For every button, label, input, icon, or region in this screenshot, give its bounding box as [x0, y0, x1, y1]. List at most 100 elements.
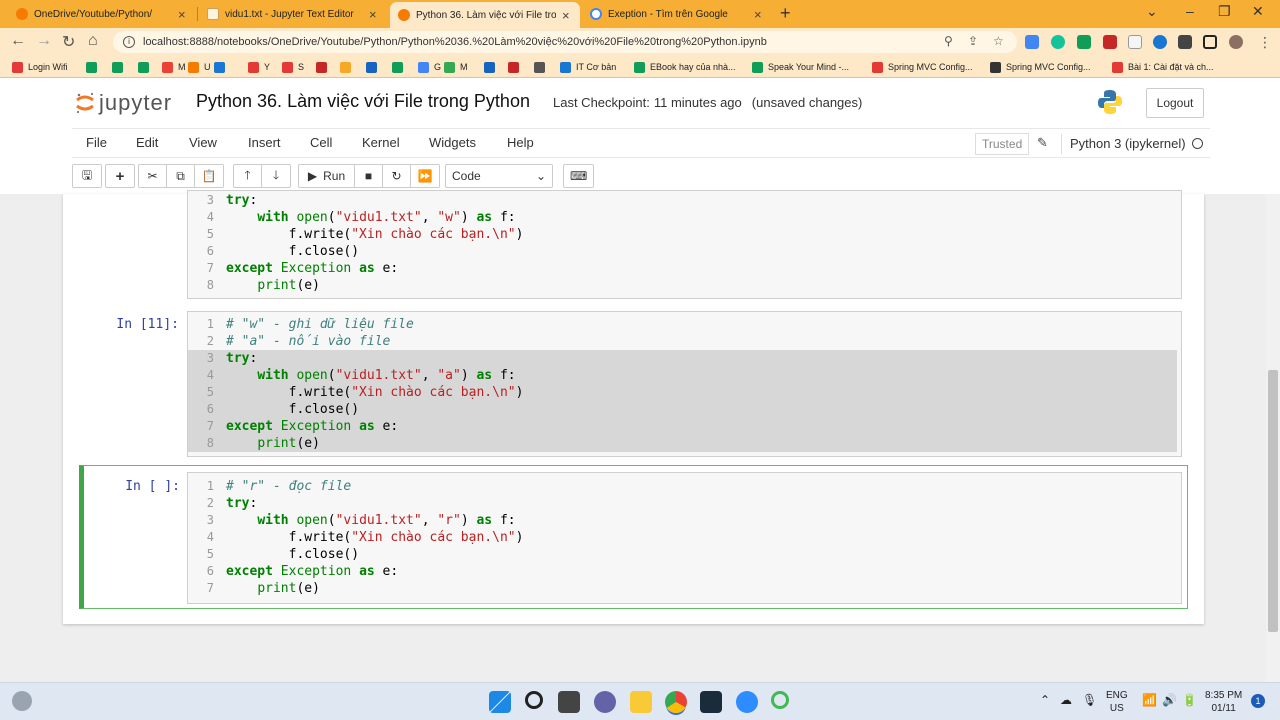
bookmark-item[interactable]: Bài 1: Cài đặt và ch...: [1112, 60, 1214, 74]
menu-insert[interactable]: Insert: [248, 135, 281, 150]
new-tab-icon[interactable]: +: [780, 3, 791, 24]
command-palette-button[interactable]: ⌨: [564, 165, 593, 187]
zoom-icon[interactable]: ⚲: [944, 34, 953, 48]
menu-help[interactable]: Help: [507, 135, 534, 150]
weather-widget-icon[interactable]: [12, 691, 32, 711]
tab-close-icon[interactable]: ×: [178, 7, 188, 22]
bookmark-item[interactable]: Speak Your Mind -...: [752, 60, 849, 74]
menu-edit[interactable]: Edit: [136, 135, 158, 150]
bookmark-item[interactable]: Spring MVC Config...: [990, 60, 1091, 74]
bookmark-item[interactable]: [484, 60, 495, 74]
tab-close-icon[interactable]: ×: [562, 8, 572, 23]
code-editor[interactable]: 3 try: 4 with open("vidu1.txt", "w") as f:…: [187, 190, 1182, 299]
bookmark-item[interactable]: [508, 60, 519, 74]
bookmark-item[interactable]: [366, 60, 377, 74]
copy-button[interactable]: ⧉: [167, 165, 195, 187]
cell-type-select[interactable]: Code ⌄: [445, 164, 553, 188]
move-up-button[interactable]: 🡑: [234, 165, 262, 187]
code-cell-1[interactable]: 3 try: 4 with open("vidu1.txt", "w") as f:…: [79, 190, 1188, 300]
extension-icon[interactable]: [1153, 35, 1167, 49]
task-view-icon[interactable]: [558, 691, 580, 713]
sheets-extension-icon[interactable]: [1077, 35, 1091, 49]
edit-pencil-icon[interactable]: ✎: [1037, 135, 1048, 151]
menu-view[interactable]: View: [189, 135, 217, 150]
browser-tab-onedrive[interactable]: OneDrive/Youtube/Python/ ×: [8, 2, 196, 26]
bookmark-item[interactable]: [86, 60, 97, 74]
kernel-name[interactable]: Python 3 (ipykernel): [1061, 134, 1186, 154]
window-close-icon[interactable]: ✕: [1252, 3, 1264, 20]
interrupt-button[interactable]: ■: [355, 165, 383, 187]
forward-arrow-icon[interactable]: →: [36, 32, 52, 50]
browser-tab-notebook[interactable]: Python 36. Làm việc với File trong ×: [390, 2, 580, 28]
reload-icon[interactable]: ↻: [62, 32, 75, 52]
menu-cell[interactable]: Cell: [310, 135, 332, 150]
bookmark-item[interactable]: Y: [248, 60, 270, 74]
windows-start-icon[interactable]: [489, 691, 511, 713]
docs-extension-icon[interactable]: [1128, 35, 1142, 49]
file-explorer-icon[interactable]: [630, 691, 652, 713]
cut-button[interactable]: ✂: [139, 165, 167, 187]
site-info-icon[interactable]: i: [123, 36, 135, 48]
clock[interactable]: 8:35 PM 01/11: [1205, 689, 1242, 715]
restart-button[interactable]: ↻: [383, 165, 411, 187]
app-icon[interactable]: [771, 691, 789, 709]
address-bar[interactable]: i localhost:8888/notebooks/OneDrive/Yout…: [113, 31, 1017, 53]
bookmark-item[interactable]: M: [444, 60, 468, 74]
home-icon[interactable]: ⌂: [88, 32, 98, 50]
translate-extension-icon[interactable]: [1025, 35, 1039, 49]
restart-run-all-button[interactable]: ⏩: [411, 165, 439, 187]
trusted-badge[interactable]: Trusted: [975, 133, 1030, 155]
save-button[interactable]: 🖫: [73, 165, 101, 187]
bookmark-item[interactable]: G: [418, 60, 441, 74]
code-editor[interactable]: 1 # "r" - đọc file 2 try: 3 with open("vidu1…: [187, 472, 1182, 604]
move-down-button[interactable]: 🡓: [262, 165, 290, 187]
logout-button[interactable]: Logout: [1146, 88, 1204, 118]
bookmark-item[interactable]: S: [282, 60, 304, 74]
terminal-icon[interactable]: [700, 691, 722, 713]
tab-search-chevron-icon[interactable]: ⌄: [1146, 3, 1158, 20]
code-cell-2[interactable]: In [11]: 1 # "w" - ghi dữ liệu file 2 # "a"…: [79, 311, 1188, 459]
bookmark-item[interactable]: [392, 60, 403, 74]
bookmark-item[interactable]: IT Cơ bản: [560, 60, 616, 74]
run-button[interactable]: ▶ Run: [299, 165, 355, 187]
minimize-icon[interactable]: –: [1186, 3, 1194, 19]
puzzle-extensions-icon[interactable]: [1178, 35, 1192, 49]
bookmark-item[interactable]: [340, 60, 351, 74]
browser-tab-google[interactable]: Exeption - Tìm trên Google ×: [582, 2, 772, 26]
zoom-app-icon[interactable]: [736, 691, 758, 713]
more-menu-icon[interactable]: ⋮: [1258, 34, 1272, 51]
extension-icon[interactable]: [1103, 35, 1117, 49]
bookmark-item[interactable]: [138, 60, 149, 74]
jupyter-logo[interactable]: jupyter: [75, 90, 172, 116]
bookmark-item[interactable]: Login Wifi: [12, 60, 68, 74]
network-cloud-icon[interactable]: ☁: [1060, 694, 1072, 707]
chevron-up-icon[interactable]: ⌃: [1040, 694, 1050, 707]
microphone-icon[interactable]: 🎙: [1082, 694, 1097, 707]
menu-file[interactable]: File: [86, 135, 107, 150]
restore-icon[interactable]: ❐: [1218, 3, 1231, 20]
code-editor[interactable]: 1 # "w" - ghi dữ liệu file 2 # "a" - nối và…: [187, 311, 1182, 457]
profile-avatar-icon[interactable]: [1229, 35, 1243, 49]
notebook-title[interactable]: Python 36. Làm việc với File trong Pytho…: [196, 91, 530, 112]
menu-widgets[interactable]: Widgets: [429, 135, 476, 150]
wifi-icon[interactable]: 📶: [1142, 694, 1157, 707]
bookmark-item[interactable]: M: [162, 60, 186, 74]
notification-badge[interactable]: 1: [1251, 694, 1265, 708]
menu-kernel[interactable]: Kernel: [362, 135, 400, 150]
share-icon[interactable]: ⇪: [968, 34, 978, 48]
tab-close-icon[interactable]: ×: [754, 7, 764, 22]
bookmark-item[interactable]: Spring MVC Config...: [872, 60, 973, 74]
bookmark-item[interactable]: [112, 60, 123, 74]
back-arrow-icon[interactable]: ←: [10, 32, 26, 50]
code-cell-3-selected[interactable]: In [ ]: 1 # "r" - đọc file 2 try: 3 with ope…: [79, 465, 1188, 609]
search-icon[interactable]: [525, 691, 543, 709]
grammarly-extension-icon[interactable]: [1051, 35, 1065, 49]
side-panel-icon[interactable]: [1203, 35, 1217, 49]
bookmark-item[interactable]: U: [188, 60, 211, 74]
paste-button[interactable]: 📋: [195, 165, 223, 187]
tab-close-icon[interactable]: ×: [369, 7, 379, 22]
bookmark-star-icon[interactable]: ☆: [993, 34, 1004, 48]
bookmark-item[interactable]: [534, 60, 545, 74]
chrome-icon[interactable]: [665, 691, 687, 713]
battery-icon[interactable]: 🔋: [1182, 694, 1197, 707]
